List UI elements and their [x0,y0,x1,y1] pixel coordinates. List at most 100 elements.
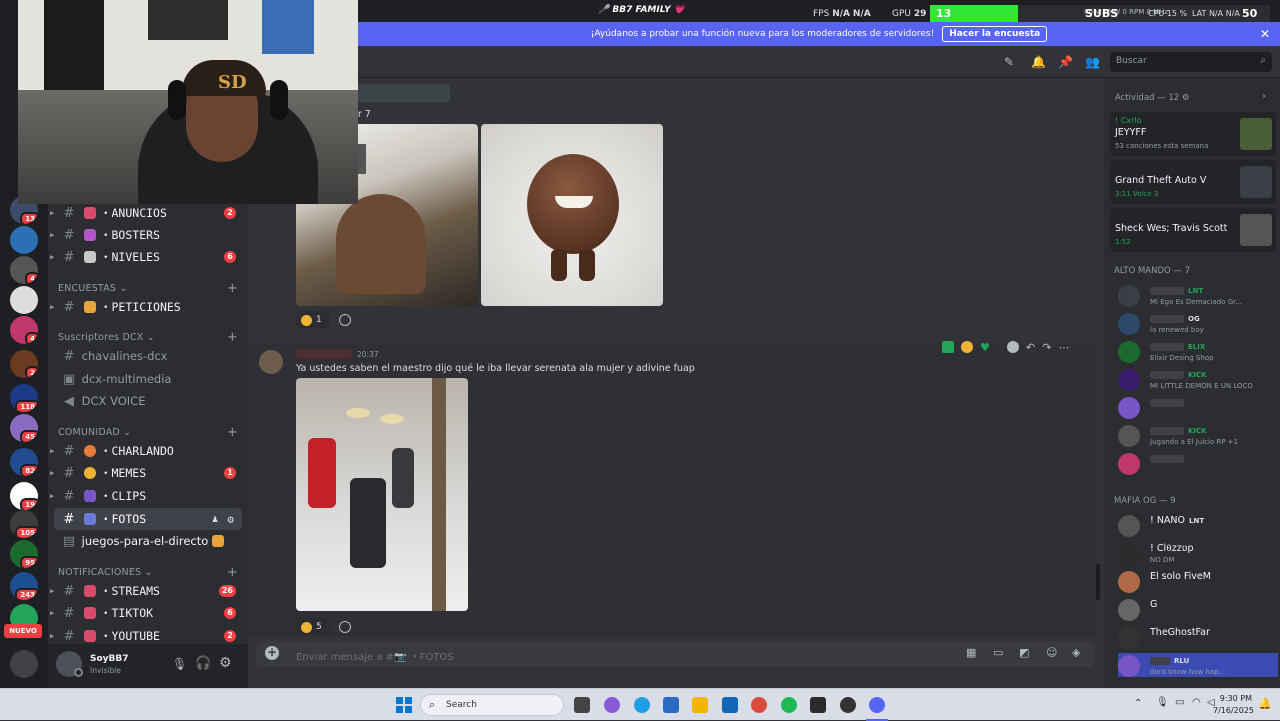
apps-icon[interactable]: ◈ [1072,646,1080,659]
channel-dcx-voice[interactable]: ◀ DCX VOICE [54,390,242,412]
member-item[interactable]: El solo FiveM [1118,569,1278,593]
microphone-icon[interactable]: 🎙 [172,657,187,671]
channel-juegos[interactable]: ▤ juegos-para-el-directo [54,530,242,552]
taskbar-search[interactable]: ⌕ Search [420,694,564,716]
copilot-icon[interactable] [604,697,620,713]
gift-icon[interactable]: ▦ [966,646,976,659]
channel-streams[interactable]: ▶ # ・ STREAMS 26 [50,580,242,602]
wifi-icon[interactable]: ◠ [1192,697,1201,708]
bell-icon[interactable]: 🔔 [1031,55,1046,69]
check-emoji-icon[interactable] [942,341,954,353]
more-icon[interactable]: ⋯ [1058,341,1069,354]
pin-icon[interactable]: 📌 [1058,55,1073,69]
activity-card[interactable]: Grand Theft Auto V 3:11 Voice 3 [1110,160,1276,204]
add-reaction-icon[interactable] [1006,341,1019,353]
channel-niveles[interactable]: ▶ # ・ NIVELES 6 [50,246,242,268]
server-icon[interactable]: 4 [10,256,38,284]
channel-clips[interactable]: ▶ # ・ CLIPS [50,485,242,507]
image-preview[interactable] [354,84,450,102]
photo-attachment[interactable] [481,124,663,306]
rofl-emoji-icon[interactable] [961,341,973,353]
notification-bell-icon[interactable]: 🔔 [1258,697,1272,710]
edge-icon[interactable] [634,697,650,713]
server-icon[interactable]: 105 [10,510,38,538]
channel-dcx-multimedia[interactable]: ▣ dcx-multimedia [54,368,242,390]
survey-button[interactable]: Hacer la encuesta [942,26,1048,42]
member-item[interactable] [1118,451,1278,475]
discord-icon[interactable] [869,697,885,713]
channel-bosters[interactable]: ▶ # ・ BOSTERS [50,224,242,246]
server-icon[interactable]: 19 [10,482,38,510]
server-icon[interactable]: 45 [10,414,38,442]
gear-icon[interactable]: ⚙ [227,513,234,526]
windows-start-icon[interactable] [396,697,412,713]
server-icon[interactable]: 95 [10,540,38,568]
avatar[interactable] [10,650,38,678]
file-explorer-icon[interactable] [692,697,708,713]
headphones-icon[interactable]: 🎧 [195,656,211,671]
gif-icon[interactable]: ▭ [993,646,1003,659]
author-name[interactable] [296,349,352,359]
category-suscriptores[interactable]: Suscriptores DCX ⌄ + [58,330,238,345]
add-reaction-icon[interactable] [339,314,351,326]
channel-chavalines-dcx[interactable]: # chavalines-dcx [54,345,242,367]
category-comunidad[interactable]: COMUNIDAD ⌄ + [58,425,238,440]
microphone-icon[interactable]: 🎙 [1156,697,1169,708]
terminal-icon[interactable] [810,697,826,713]
reply-icon[interactable]: ↶ [1026,341,1035,354]
channel-tiktok[interactable]: ▶ # ・ TIKTOK 6 [50,602,242,624]
member-item[interactable]: G [1118,597,1278,621]
category-encuestas[interactable]: ENCUESTAS ⌄ + [58,281,238,296]
category-notificaciones[interactable]: NOTIFICACIONES ⌄ + [58,565,238,580]
server-icon[interactable]: 2 [10,350,38,378]
channel-fotos[interactable]: # ・ FOTOS ♟ ⚙ [54,508,242,530]
add-channel-icon[interactable]: + [227,281,238,296]
server-icon[interactable]: 82 [10,448,38,476]
photo-attachment[interactable] [296,378,468,611]
member-item[interactable]: RLU dont know how hap... [1118,653,1278,677]
scrollbar-thumb[interactable] [1096,564,1100,600]
spotify-icon[interactable] [781,697,797,713]
activity-card[interactable]: ! Cxrlo JEYYFF 53 canciones esta semana [1110,112,1276,156]
add-reaction-icon[interactable] [339,621,351,633]
obs-icon[interactable] [840,697,856,713]
member-item[interactable]: KICK Jugando a El Juicio RP +1 [1118,423,1278,447]
member-item[interactable]: ! NANO LNT [1118,513,1278,537]
member-item[interactable]: TheGhostFar [1118,625,1278,649]
green-heart-icon[interactable]: ♥ [980,341,990,354]
store-icon[interactable] [663,697,679,713]
server-icon[interactable]: 4 [10,316,38,344]
member-item[interactable]: OG la renewed boy [1118,311,1278,335]
chevron-right-icon[interactable]: › [1262,91,1266,102]
member-item[interactable]: ELIX Elixir Desing Shop [1118,339,1278,363]
chevron-up-icon[interactable]: ⌃ [1134,698,1142,709]
upload-plus-icon[interactable]: + [265,646,279,660]
task-view-icon[interactable] [574,697,590,713]
sticker-icon[interactable]: ◩ [1019,646,1029,659]
server-icon[interactable]: 243 [10,572,38,600]
message-composer[interactable]: + Enviar mensaje a #📷 ・FOTOS ▦ ▭ ◩ ☺ ◈ [256,641,1094,667]
channel-anuncios[interactable]: ▶ # ・ ANUNCIOS 2 [50,202,242,224]
member-item[interactable]: ! Cl⍬zzʋp NO DM [1118,541,1278,565]
server-icon[interactable] [10,226,38,254]
chrome-icon[interactable] [751,697,767,713]
member-item[interactable]: KICK MI LITTLE DEMON E UN LOCO [1118,367,1278,391]
server-icon[interactable] [10,286,38,314]
composer-placeholder[interactable]: Enviar mensaje a #📷 ・FOTOS [296,648,454,663]
channel-memes[interactable]: ▶ # ・ MEMES 1 [50,462,242,484]
avatar[interactable] [259,350,283,374]
forward-icon[interactable]: ↷ [1042,341,1051,354]
server-icon[interactable]: 118 [10,384,38,412]
invite-icon[interactable]: ♟ [212,514,218,525]
channel-peticiones[interactable]: ▶ # ・ PETICIONES [50,296,242,318]
clock-date[interactable]: 7/16/2025 [1213,706,1254,715]
clock-time[interactable]: 9:30 PM [1218,694,1252,703]
username[interactable]: SoyBB7 [90,654,129,664]
member-item[interactable]: LNT Mi Ego Es Demaciado Gr... [1118,283,1278,307]
threads-icon[interactable]: ✎ [1004,55,1014,69]
display-icon[interactable]: ▭ [1175,697,1184,708]
channel-charlando[interactable]: ▶ # ・ CHARLANDO [50,440,242,462]
add-channel-icon[interactable]: + [227,330,238,345]
members-icon[interactable]: 👥 [1085,55,1100,69]
search-input[interactable]: Buscar ⌕ [1110,52,1272,72]
